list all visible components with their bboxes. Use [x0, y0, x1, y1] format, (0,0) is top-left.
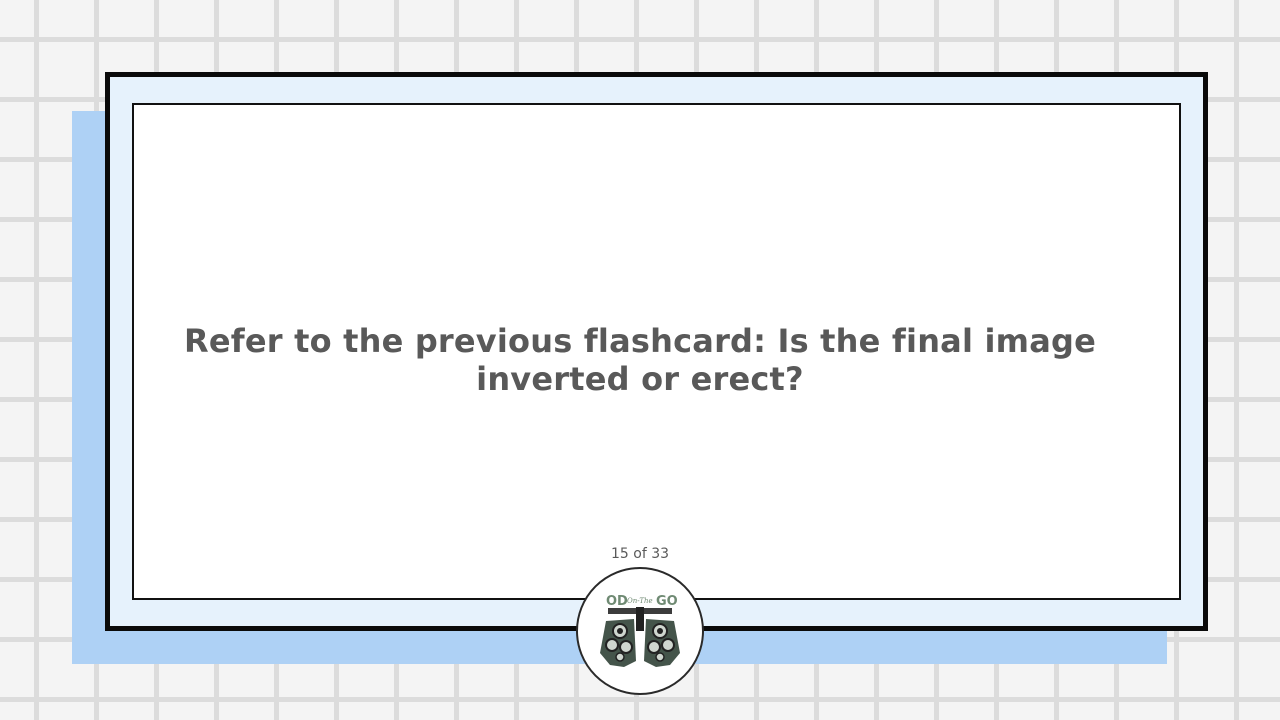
od-on-the-go-logo: OD On-The GO	[576, 567, 704, 695]
phoropter-icon: OD On-The GO	[600, 594, 680, 667]
flashcard-question: Refer to the previous flashcard: Is the …	[183, 322, 1096, 398]
svg-text:GO: GO	[656, 594, 678, 609]
svg-text:OD: OD	[606, 594, 628, 609]
svg-text:On-The: On-The	[627, 597, 653, 605]
card-counter: 15 of 33	[610, 546, 670, 562]
